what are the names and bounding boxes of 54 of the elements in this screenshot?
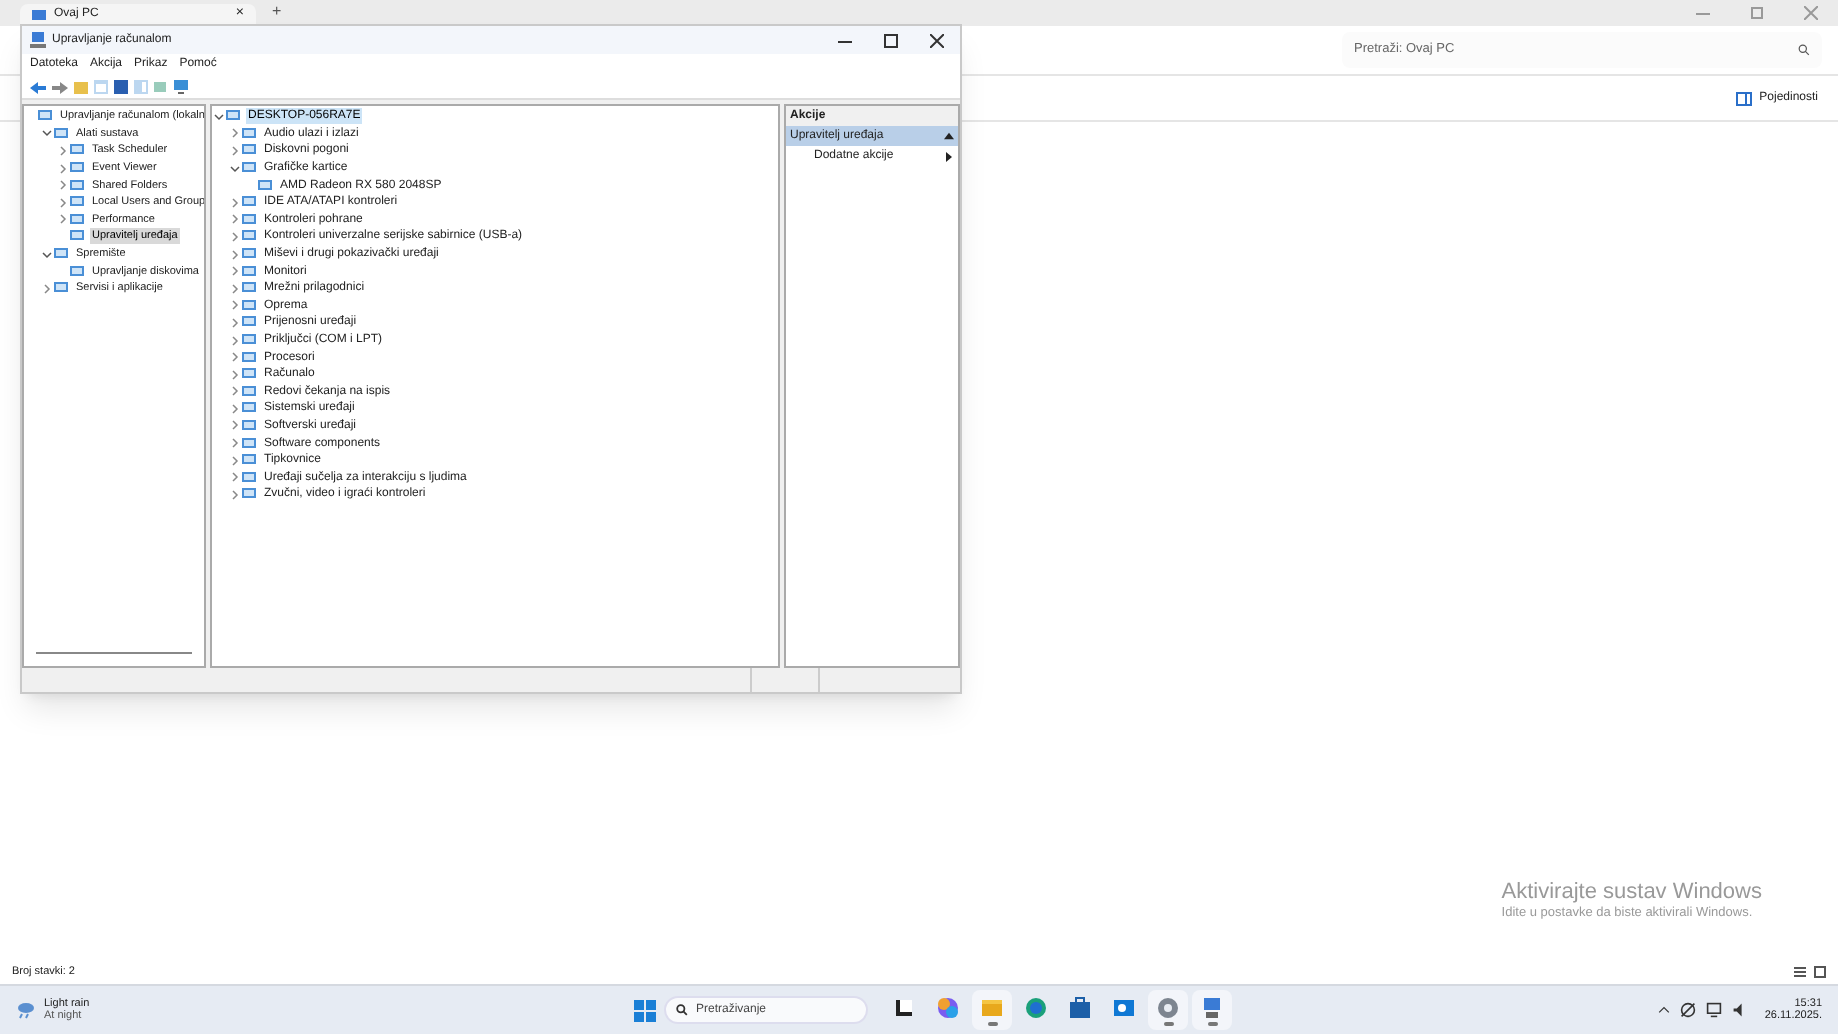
search-icon [1798,44,1810,56]
collapsed-chevron-icon[interactable] [230,249,240,260]
collapsed-chevron-icon[interactable] [230,352,240,363]
monitor-icon[interactable] [174,80,188,94]
collapsed-chevron-icon[interactable] [230,231,240,242]
collapsed-chevron-icon[interactable] [230,197,240,208]
collapsed-chevron-icon[interactable] [230,472,240,483]
collapsed-chevron-icon[interactable] [58,214,68,225]
restore-icon[interactable] [1750,6,1764,20]
collapsed-chevron-icon[interactable] [230,317,240,328]
activation-title: Aktivirajte sustav Windows [1501,880,1762,905]
collapsed-chevron-icon[interactable] [230,438,240,449]
collapsed-chevron-icon[interactable] [230,283,240,294]
forward-arrow-icon[interactable] [52,81,68,93]
collapsed-chevron-icon[interactable] [42,283,52,294]
maximize-icon[interactable] [884,33,898,47]
back-arrow-icon[interactable] [30,81,46,93]
new-tab-button[interactable]: + [272,0,282,24]
computer-icon [32,9,46,19]
tile-view-icon[interactable] [1814,966,1826,978]
collapsed-chevron-icon[interactable] [230,420,240,431]
close-icon[interactable] [930,33,944,47]
collapsed-chevron-icon[interactable] [230,300,240,311]
collapsed-chevron-icon[interactable] [230,489,240,500]
folder-app-icon[interactable] [972,990,1012,1030]
collapsed-chevron-icon[interactable] [58,197,68,208]
collapsed-chevron-icon[interactable] [230,403,240,414]
details-pane-icon [1735,91,1752,105]
collapsed-chevron-icon[interactable] [58,145,68,156]
expanded-chevron-icon[interactable] [214,111,224,122]
list-view-icon[interactable] [1794,966,1806,978]
submenu-arrow-icon [946,151,952,161]
rain-cloud-icon [16,1000,36,1020]
collapsed-chevron-icon[interactable] [230,386,240,397]
collapsed-chevron-icon[interactable] [230,145,240,156]
expanded-chevron-icon[interactable] [42,128,52,139]
collapsed-chevron-icon[interactable] [230,266,240,277]
settings-app-icon[interactable] [1148,990,1188,1030]
collapsed-chevron-icon[interactable] [230,335,240,346]
collapsed-chevron-icon[interactable] [58,163,68,174]
start-icon[interactable] [634,999,656,1021]
chevron-up-icon[interactable] [1658,1004,1671,1016]
expanded-chevron-icon[interactable] [42,249,52,260]
collapsed-chevron-icon[interactable] [230,369,240,380]
search-icon [676,1004,688,1016]
collapsed-chevron-icon[interactable] [230,455,240,466]
collapsed-chevron-icon[interactable] [58,180,68,191]
expanded-chevron-icon[interactable] [230,163,240,174]
collapse-arrow-icon [944,132,954,140]
collapsed-chevron-icon[interactable] [230,128,240,139]
computer-app-icon[interactable] [1192,990,1232,1030]
network-off-icon[interactable] [1680,1002,1697,1018]
monitor-icon[interactable] [1706,1002,1723,1018]
collapsed-chevron-icon[interactable] [230,214,240,225]
